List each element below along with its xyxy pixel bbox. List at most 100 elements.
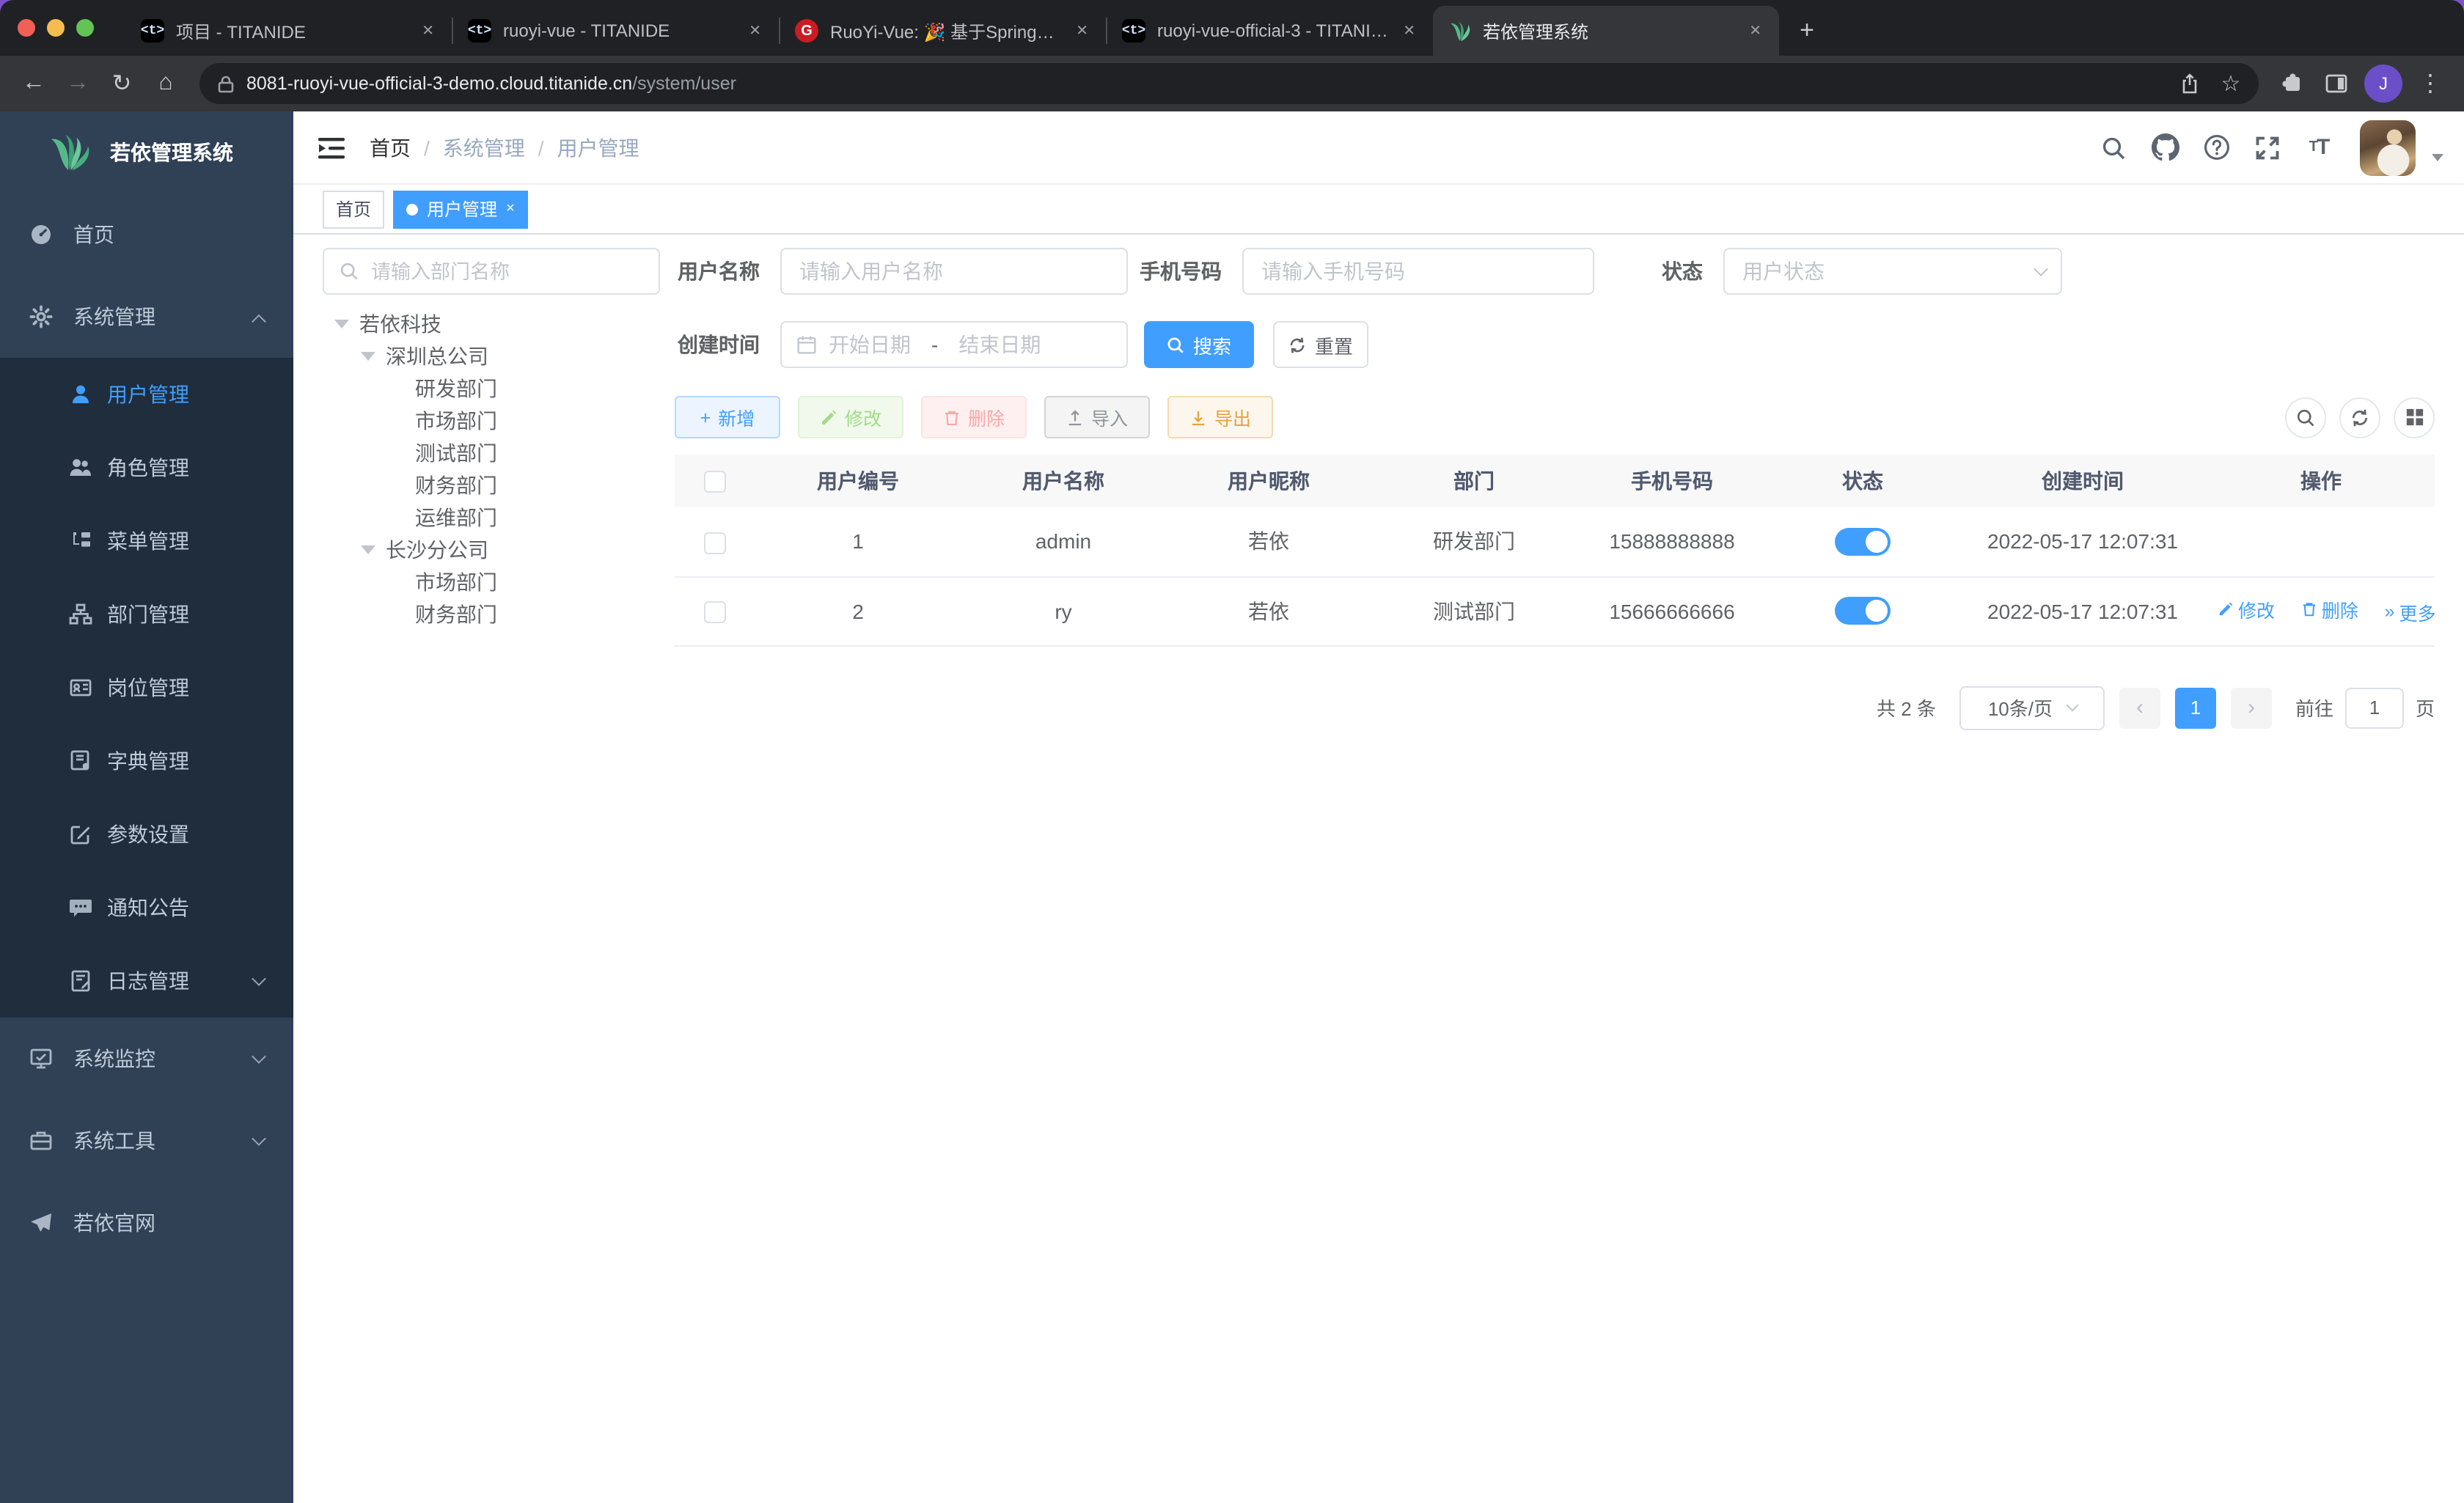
back-icon[interactable]: ←: [15, 65, 53, 103]
breadcrumb-home[interactable]: 首页: [370, 133, 411, 162]
address-bar[interactable]: 8081-ruoyi-vue-official-3-demo.cloud.tit…: [199, 63, 2259, 104]
row-checkbox[interactable]: [704, 532, 726, 554]
close-window-button[interactable]: [18, 19, 35, 37]
sidebar-item-official-site[interactable]: 若依官网: [0, 1182, 293, 1264]
tab-title: 项目 - TITANIDE: [176, 21, 306, 42]
tab-close-icon[interactable]: ✕: [1397, 20, 1421, 42]
table-row[interactable]: 1 admin 若依 研发部门 15888888888 2022-05-17 1…: [675, 507, 2435, 577]
browser-chrome: <t> 项目 - TITANIDE ✕ <t> ruoyi-vue - TITA…: [0, 0, 2464, 111]
tree-node[interactable]: 市场部门: [323, 405, 660, 437]
sidebar-item-system-tools[interactable]: 系统工具: [0, 1100, 293, 1182]
share-icon[interactable]: [2171, 65, 2209, 103]
tree-node[interactable]: 长沙分公司: [323, 534, 660, 566]
sidebar-item-label: 角色管理: [107, 456, 189, 479]
browser-tab[interactable]: <t> ruoyi-vue - TITANIDE ✕: [453, 6, 779, 56]
zoom-window-button[interactable]: [76, 19, 94, 37]
edit-button[interactable]: 修改: [798, 396, 903, 438]
sidebar-item-user-mgmt[interactable]: 用户管理: [0, 358, 293, 431]
tab-close-icon[interactable]: ✕: [1070, 20, 1094, 42]
sidebar-item-dept-mgmt[interactable]: 部门管理: [0, 578, 293, 651]
sidebar-item-menu-mgmt[interactable]: 菜单管理: [0, 504, 293, 578]
toggle-search-icon[interactable]: [2285, 397, 2326, 438]
sidebar-item-home[interactable]: 首页: [0, 194, 293, 276]
date-range-picker[interactable]: 开始日期 - 结束日期: [780, 321, 1128, 368]
tree-node[interactable]: 深圳总公司: [323, 340, 660, 372]
table-row[interactable]: 2 ry 若依 测试部门 15666666666 2022-05-17 12:0…: [675, 576, 2436, 646]
font-size-icon[interactable]: TT: [2297, 125, 2341, 169]
users-group-icon: [69, 456, 92, 479]
tag-close-icon[interactable]: ×: [506, 201, 515, 217]
tree-node[interactable]: 研发部门: [323, 372, 660, 405]
status-toggle[interactable]: [1835, 597, 1891, 625]
tree-node[interactable]: 测试部门: [323, 437, 660, 469]
app-logo[interactable]: 若依管理系统: [0, 111, 293, 194]
caret-down-icon[interactable]: [361, 545, 375, 554]
goto-page-input[interactable]: [2344, 687, 2404, 728]
search-icon[interactable]: [2091, 125, 2135, 169]
sidebar-item-log-mgmt[interactable]: 日志管理: [0, 944, 293, 1018]
minimize-window-button[interactable]: [47, 19, 65, 37]
fullscreen-icon[interactable]: [2245, 125, 2289, 169]
sidebar-item-system-mgmt[interactable]: 系统管理: [0, 276, 293, 358]
github-icon[interactable]: [2143, 125, 2187, 169]
sidebar-item-role-mgmt[interactable]: 角色管理: [0, 431, 293, 504]
tree-node[interactable]: 若依科技: [323, 308, 660, 340]
export-button[interactable]: 导出: [1167, 396, 1273, 438]
add-button[interactable]: + 新增: [675, 396, 780, 438]
extensions-puzzle-icon[interactable]: [2273, 65, 2311, 103]
forward-icon[interactable]: →: [59, 65, 97, 103]
sidebar-item-notice[interactable]: 通知公告: [0, 871, 293, 944]
reload-icon[interactable]: ↻: [103, 65, 141, 103]
select-all-checkbox[interactable]: [704, 471, 726, 493]
browser-profile-avatar[interactable]: J: [2364, 65, 2402, 103]
browser-window: <t> 项目 - TITANIDE ✕ <t> ruoyi-vue - TITA…: [0, 0, 2464, 1503]
next-page-button[interactable]: ›: [2230, 687, 2272, 728]
side-panel-icon[interactable]: [2317, 65, 2355, 103]
status-toggle[interactable]: [1835, 527, 1891, 556]
tab-close-icon[interactable]: ✕: [743, 20, 767, 42]
tree-node[interactable]: 财务部门: [323, 598, 660, 631]
help-question-icon[interactable]: [2194, 125, 2238, 169]
home-icon[interactable]: ⌂: [147, 65, 185, 103]
tree-node[interactable]: 运维部门: [323, 501, 660, 534]
caret-down-icon[interactable]: [334, 320, 349, 328]
phone-input[interactable]: [1242, 248, 1594, 295]
import-button[interactable]: 导入: [1044, 396, 1150, 438]
sidebar-item-dict-mgmt[interactable]: 字典管理: [0, 724, 293, 798]
row-edit-link[interactable]: 修改: [2218, 596, 2275, 624]
sidebar-collapse-icon[interactable]: [317, 133, 346, 162]
status-select[interactable]: 用户状态: [1723, 248, 2062, 295]
tree-node[interactable]: 市场部门: [323, 566, 660, 598]
column-settings-grid-icon[interactable]: [2394, 397, 2435, 438]
browser-tab-active[interactable]: 若依管理系统 ✕: [1433, 6, 1779, 56]
row-delete-link[interactable]: 删除: [2301, 596, 2358, 624]
browser-tab[interactable]: G RuoYi-Vue: 🎉 基于SpringBoot ✕: [780, 6, 1106, 56]
tab-close-icon[interactable]: ✕: [1743, 20, 1767, 42]
tag-home[interactable]: 首页: [323, 190, 385, 228]
reset-button[interactable]: 重置: [1273, 321, 1368, 368]
tag-user-mgmt-active[interactable]: 用户管理 ×: [393, 190, 528, 228]
tree-node[interactable]: 财务部门: [323, 469, 660, 501]
browser-tab[interactable]: <t> 项目 - TITANIDE ✕: [126, 6, 452, 56]
sidebar-item-system-monitor[interactable]: 系统监控: [0, 1018, 293, 1100]
sidebar-item-post-mgmt[interactable]: 岗位管理: [0, 651, 293, 724]
user-avatar[interactable]: [2360, 120, 2416, 175]
delete-button[interactable]: 删除: [921, 396, 1027, 438]
dept-search-input[interactable]: [371, 260, 644, 282]
refresh-table-icon[interactable]: [2339, 397, 2380, 438]
tab-close-icon[interactable]: ✕: [416, 20, 440, 42]
search-button[interactable]: 搜索: [1144, 321, 1254, 368]
new-tab-button[interactable]: +: [1788, 12, 1826, 50]
page-size-select[interactable]: 10条/页: [1959, 686, 2105, 730]
username-input[interactable]: [780, 248, 1128, 295]
bookmark-star-icon[interactable]: ☆: [2212, 65, 2250, 103]
current-page-button[interactable]: 1: [2174, 687, 2216, 728]
row-checkbox[interactable]: [704, 600, 726, 623]
avatar-dropdown-caret-icon[interactable]: [2432, 154, 2443, 161]
caret-down-icon[interactable]: [361, 352, 375, 361]
prev-page-button[interactable]: ‹: [2119, 687, 2160, 728]
sidebar-item-param-settings[interactable]: 参数设置: [0, 798, 293, 871]
row-more-link[interactable]: » 更多: [2385, 598, 2436, 626]
browser-menu-kebab-icon[interactable]: ⋮: [2411, 65, 2449, 103]
browser-tab[interactable]: <t> ruoyi-vue-official-3 - TITANIDE ✕: [1107, 6, 1433, 56]
